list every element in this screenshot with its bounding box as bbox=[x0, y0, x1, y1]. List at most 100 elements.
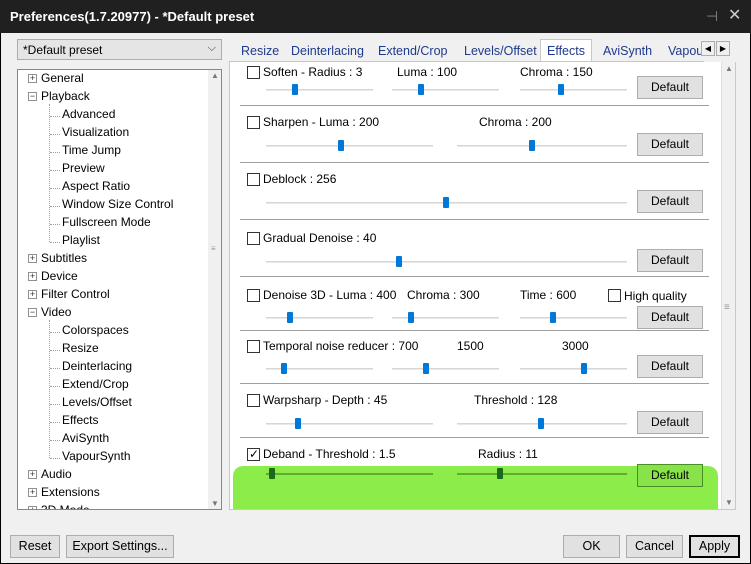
temporal-thumb-1[interactable] bbox=[281, 363, 287, 374]
tab-resize[interactable]: Resize bbox=[235, 42, 285, 61]
gradual-denoise-thumb[interactable] bbox=[396, 256, 402, 267]
tree-item-playlist[interactable]: Playlist bbox=[50, 233, 100, 251]
scroll-down-icon[interactable]: ▼ bbox=[211, 499, 219, 508]
tree-item-aspect-ratio[interactable]: Aspect Ratio bbox=[50, 179, 130, 197]
tree-item-audio[interactable]: + Audio bbox=[28, 467, 72, 485]
tree-item-3d-mode[interactable]: +3D Mode bbox=[28, 503, 90, 509]
expand-icon[interactable]: + bbox=[28, 272, 37, 281]
soften-chroma-thumb[interactable] bbox=[558, 84, 564, 95]
temporal-checkbox[interactable] bbox=[247, 340, 260, 353]
tree-item-deinterlacing[interactable]: Deinterlacing bbox=[50, 359, 132, 377]
tab-effects[interactable]: Effects bbox=[540, 39, 592, 61]
tree-item-advanced[interactable]: Advanced bbox=[50, 107, 115, 125]
tree-item-colorspaces[interactable]: Colorspaces bbox=[50, 323, 129, 341]
sharpen-checkbox[interactable] bbox=[247, 116, 260, 129]
warpsharp-checkbox[interactable] bbox=[247, 394, 260, 407]
expand-icon[interactable]: + bbox=[28, 74, 37, 83]
scroll-up-icon[interactable]: ▲ bbox=[211, 71, 219, 80]
gradual-denoise-slider[interactable] bbox=[266, 261, 627, 263]
tree-item-playback[interactable]: − Playback bbox=[28, 89, 90, 107]
warpsharp-depth-slider[interactable] bbox=[266, 423, 433, 425]
ok-button[interactable]: OK bbox=[563, 535, 620, 558]
deband-radius-slider[interactable] bbox=[457, 473, 627, 475]
warpsharp-threshold-thumb[interactable] bbox=[538, 418, 544, 429]
soften-luma-thumb[interactable] bbox=[418, 84, 424, 95]
deblock-checkbox[interactable] bbox=[247, 173, 260, 186]
gradual-denoise-default-button[interactable]: Default bbox=[637, 249, 703, 272]
tab-scroll-right-button[interactable]: ▶ bbox=[716, 41, 730, 56]
tab-levels-offset[interactable]: Levels/Offset bbox=[458, 42, 543, 61]
expand-icon[interactable]: + bbox=[28, 470, 37, 479]
deband-default-button[interactable]: Default bbox=[637, 464, 703, 487]
expand-icon[interactable]: + bbox=[28, 254, 37, 263]
tab-scroll-left-button[interactable]: ◀ bbox=[701, 41, 715, 56]
tab-deinterlacing[interactable]: Deinterlacing bbox=[285, 42, 370, 61]
temporal-slider-3[interactable] bbox=[520, 368, 627, 370]
deblock-default-button[interactable]: Default bbox=[637, 190, 703, 213]
close-icon[interactable]: ✕ bbox=[728, 5, 741, 25]
tree-item-resize[interactable]: Resize bbox=[50, 341, 99, 359]
tree-item-visualization[interactable]: Visualization bbox=[50, 125, 129, 143]
denoise3d-checkbox[interactable] bbox=[247, 289, 260, 302]
deband-threshold-thumb[interactable] bbox=[269, 468, 275, 479]
tree-item-general[interactable]: + General bbox=[28, 71, 84, 89]
collapse-icon[interactable]: − bbox=[28, 308, 37, 317]
deband-radius-thumb[interactable] bbox=[497, 468, 503, 479]
tree-item-levels-offset[interactable]: Levels/Offset bbox=[50, 395, 132, 413]
deband-threshold-slider[interactable] bbox=[266, 473, 433, 475]
sharpen-luma-thumb[interactable] bbox=[338, 140, 344, 151]
temporal-thumb-3[interactable] bbox=[581, 363, 587, 374]
soften-radius-thumb[interactable] bbox=[292, 84, 298, 95]
tab-vapoursynth[interactable]: VapourSynth bbox=[662, 42, 704, 61]
tree-item-extend-crop[interactable]: Extend/Crop bbox=[50, 377, 129, 395]
warpsharp-default-button[interactable]: Default bbox=[637, 411, 703, 434]
denoise3d-default-button[interactable]: Default bbox=[637, 306, 703, 329]
tree-item-avisynth[interactable]: AviSynth bbox=[50, 431, 109, 449]
tree-item-extensions[interactable]: + Extensions bbox=[28, 485, 100, 503]
preset-select[interactable]: *Default preset ⌵ bbox=[17, 39, 222, 60]
soften-checkbox[interactable] bbox=[247, 66, 260, 79]
soften-chroma-slider[interactable] bbox=[520, 89, 627, 91]
tree-item-window-size-control[interactable]: Window Size Control bbox=[50, 197, 173, 215]
tree-item-fullscreen-mode[interactable]: Fullscreen Mode bbox=[50, 215, 151, 233]
denoise3d-time-slider[interactable] bbox=[520, 317, 627, 319]
reset-button[interactable]: Reset bbox=[10, 535, 60, 558]
denoise3d-luma-slider[interactable] bbox=[266, 317, 373, 319]
tree-item-filter-control[interactable]: + Filter Control bbox=[28, 287, 110, 305]
collapse-icon[interactable]: − bbox=[28, 92, 37, 101]
denoise3d-time-thumb[interactable] bbox=[550, 312, 556, 323]
temporal-thumb-2[interactable] bbox=[423, 363, 429, 374]
soften-luma-slider[interactable] bbox=[392, 89, 499, 91]
pin-icon[interactable]: ⊣ bbox=[706, 8, 718, 25]
denoise3d-chroma-thumb[interactable] bbox=[408, 312, 414, 323]
scroll-up-icon[interactable]: ▲ bbox=[725, 64, 733, 73]
tab-extend-crop[interactable]: Extend/Crop bbox=[372, 42, 453, 61]
denoise3d-luma-thumb[interactable] bbox=[287, 312, 293, 323]
apply-button[interactable]: Apply bbox=[689, 535, 740, 558]
tree-item-device[interactable]: + Device bbox=[28, 269, 78, 287]
tree-scrollbar[interactable]: ▲ ≡ ▼ bbox=[208, 70, 221, 509]
soften-default-button[interactable]: Default bbox=[637, 76, 703, 99]
deband-checkbox[interactable] bbox=[247, 447, 260, 461]
tree-item-subtitles[interactable]: + Subtitles bbox=[28, 251, 87, 269]
expand-icon[interactable]: + bbox=[28, 488, 37, 497]
temporal-slider-2[interactable] bbox=[392, 368, 499, 370]
tab-avisynth[interactable]: AviSynth bbox=[597, 42, 658, 61]
soften-radius-slider[interactable] bbox=[266, 89, 373, 91]
deblock-thumb[interactable] bbox=[443, 197, 449, 208]
cancel-button[interactable]: Cancel bbox=[626, 535, 683, 558]
sharpen-chroma-thumb[interactable] bbox=[529, 140, 535, 151]
tree-item-effects[interactable]: Effects bbox=[50, 413, 98, 431]
tree-item-vapoursynth[interactable]: VapourSynth bbox=[50, 449, 131, 467]
tree-item-time-jump[interactable]: Time Jump bbox=[50, 143, 121, 161]
warpsharp-depth-thumb[interactable] bbox=[295, 418, 301, 429]
sharpen-default-button[interactable]: Default bbox=[637, 133, 703, 156]
temporal-default-button[interactable]: Default bbox=[637, 355, 703, 378]
gradual-denoise-checkbox[interactable] bbox=[247, 232, 260, 245]
expand-icon[interactable]: + bbox=[28, 506, 37, 509]
panel-scrollbar[interactable]: ▲ ≡ ▼ bbox=[721, 62, 735, 509]
scroll-down-icon[interactable]: ▼ bbox=[725, 498, 733, 507]
high-quality-checkbox[interactable] bbox=[608, 289, 621, 302]
expand-icon[interactable]: + bbox=[28, 290, 37, 299]
settings-tree[interactable]: ▲ ≡ ▼ + General − Playback Advanced Visualiza… bbox=[17, 69, 222, 510]
